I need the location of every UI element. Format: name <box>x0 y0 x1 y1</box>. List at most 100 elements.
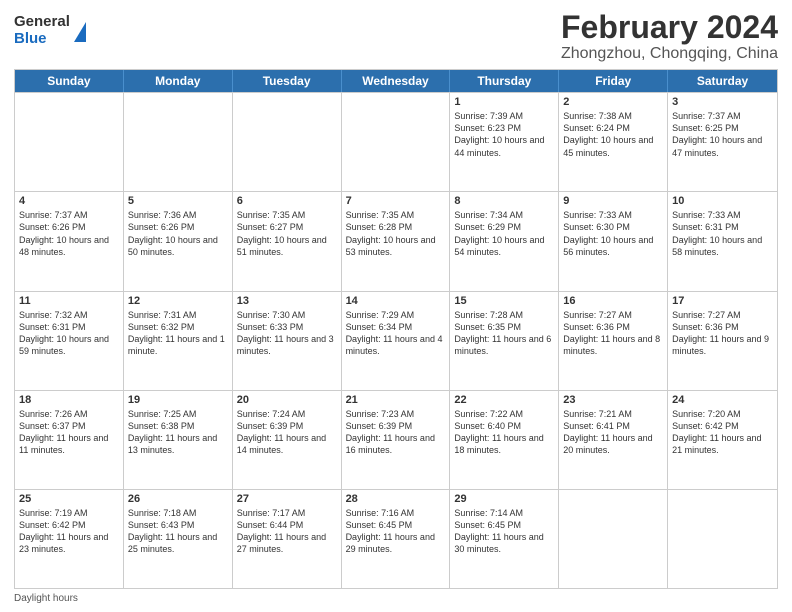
cell-info: Sunrise: 7:24 AMSunset: 6:39 PMDaylight:… <box>237 408 337 457</box>
cal-week-5: 25Sunrise: 7:19 AMSunset: 6:42 PMDayligh… <box>15 489 777 588</box>
cell-info: Sunrise: 7:14 AMSunset: 6:45 PMDaylight:… <box>454 507 554 556</box>
cal-cell: 3Sunrise: 7:37 AMSunset: 6:25 PMDaylight… <box>668 93 777 191</box>
cal-week-2: 4 Sunrise: 7:37 AMSunset: 6:26 PMDaylight… <box>15 191 777 290</box>
cell-day-number: 4 <box>19 195 119 207</box>
cal-cell: 19 Sunrise: 7:25 AMSunset: 6:38 PMDayligh… <box>124 391 233 489</box>
cell-day-number: 20 <box>237 394 337 406</box>
header: General Blue February 2024 Zhongzhou, Ch… <box>14 10 778 63</box>
cal-header-day-monday: Monday <box>124 70 233 92</box>
cell-info: Sunrise: 7:23 AMSunset: 6:39 PMDaylight:… <box>346 408 446 457</box>
cal-cell: 23 Sunrise: 7:21 AMSunset: 6:41 PMDayligh… <box>559 391 668 489</box>
cal-cell <box>342 93 451 191</box>
cal-cell: 1 Sunrise: 7:39 AMSunset: 6:23 PMDaylight… <box>450 93 559 191</box>
cal-week-4: 18Sunrise: 7:26 AMSunset: 6:37 PMDayligh… <box>15 390 777 489</box>
cell-day-number: 18 <box>19 394 119 406</box>
cell-day-number: 3 <box>672 96 773 108</box>
cell-info: Sunrise: 7:38 AMSunset: 6:24 PMDaylight:… <box>563 110 663 159</box>
logo-general: General <box>14 14 70 31</box>
cal-cell <box>15 93 124 191</box>
logo: General Blue <box>14 14 86 47</box>
cal-header-day-saturday: Saturday <box>668 70 777 92</box>
cell-info: Sunrise: 7:20 AMSunset: 6:42 PMDaylight:… <box>672 408 773 457</box>
cell-day-number: 17 <box>672 295 773 307</box>
cell-info: Sunrise: 7:16 AMSunset: 6:45 PMDaylight:… <box>346 507 446 556</box>
cell-info: Sunrise: 7:37 AMSunset: 6:26 PMDaylight:… <box>19 209 119 258</box>
cell-day-number: 7 <box>346 195 446 207</box>
cell-day-number: 1 <box>454 96 554 108</box>
cell-day-number: 21 <box>346 394 446 406</box>
cal-cell: 15 Sunrise: 7:28 AMSunset: 6:35 PMDayligh… <box>450 292 559 390</box>
cell-day-number: 5 <box>128 195 228 207</box>
cal-cell: 27 Sunrise: 7:17 AMSunset: 6:44 PMDayligh… <box>233 490 342 588</box>
cal-cell <box>233 93 342 191</box>
cal-cell: 20 Sunrise: 7:24 AMSunset: 6:39 PMDayligh… <box>233 391 342 489</box>
cell-info: Sunrise: 7:34 AMSunset: 6:29 PMDaylight:… <box>454 209 554 258</box>
cell-day-number: 6 <box>237 195 337 207</box>
cell-day-number: 15 <box>454 295 554 307</box>
calendar-body: 1 Sunrise: 7:39 AMSunset: 6:23 PMDaylight… <box>15 92 777 588</box>
cell-info: Sunrise: 7:28 AMSunset: 6:35 PMDaylight:… <box>454 309 554 358</box>
cell-info: Sunrise: 7:22 AMSunset: 6:40 PMDaylight:… <box>454 408 554 457</box>
cell-info: Sunrise: 7:31 AMSunset: 6:32 PMDaylight:… <box>128 309 228 358</box>
cal-cell: 26 Sunrise: 7:18 AMSunset: 6:43 PMDayligh… <box>124 490 233 588</box>
cell-day-number: 29 <box>454 493 554 505</box>
cell-info: Sunrise: 7:29 AMSunset: 6:34 PMDaylight:… <box>346 309 446 358</box>
cal-cell: 8 Sunrise: 7:34 AMSunset: 6:29 PMDaylight… <box>450 192 559 290</box>
title-block: February 2024 Zhongzhou, Chongqing, Chin… <box>561 10 778 63</box>
cal-cell: 6 Sunrise: 7:35 AMSunset: 6:27 PMDaylight… <box>233 192 342 290</box>
cell-info: Sunrise: 7:32 AMSunset: 6:31 PMDaylight:… <box>19 309 119 358</box>
cal-week-3: 11 Sunrise: 7:32 AMSunset: 6:31 PMDayligh… <box>15 291 777 390</box>
footer-text: Daylight hours <box>14 593 78 604</box>
cell-day-number: 24 <box>672 394 773 406</box>
cal-cell: 12 Sunrise: 7:31 AMSunset: 6:32 PMDayligh… <box>124 292 233 390</box>
cell-day-number: 28 <box>346 493 446 505</box>
cell-day-number: 26 <box>128 493 228 505</box>
cell-info: Sunrise: 7:25 AMSunset: 6:38 PMDaylight:… <box>128 408 228 457</box>
cal-cell: 28 Sunrise: 7:16 AMSunset: 6:45 PMDayligh… <box>342 490 451 588</box>
cell-info: Sunrise: 7:19 AMSunset: 6:42 PMDaylight:… <box>19 507 119 556</box>
cal-cell <box>668 490 777 588</box>
cal-cell: 22 Sunrise: 7:22 AMSunset: 6:40 PMDayligh… <box>450 391 559 489</box>
footer: Daylight hours <box>14 593 778 604</box>
cell-day-number: 19 <box>128 394 228 406</box>
cell-day-number: 8 <box>454 195 554 207</box>
logo-text: General Blue <box>14 14 70 47</box>
cell-day-number: 16 <box>563 295 663 307</box>
logo-blue: Blue <box>14 31 70 48</box>
cal-cell: 7Sunrise: 7:35 AMSunset: 6:28 PMDaylight… <box>342 192 451 290</box>
calendar-title: February 2024 <box>561 10 778 45</box>
cal-cell: 2 Sunrise: 7:38 AMSunset: 6:24 PMDaylight… <box>559 93 668 191</box>
cell-info: Sunrise: 7:35 AMSunset: 6:27 PMDaylight:… <box>237 209 337 258</box>
cell-day-number: 27 <box>237 493 337 505</box>
cal-cell: 29 Sunrise: 7:14 AMSunset: 6:45 PMDayligh… <box>450 490 559 588</box>
page: General Blue February 2024 Zhongzhou, Ch… <box>0 0 792 612</box>
cal-week-1: 1 Sunrise: 7:39 AMSunset: 6:23 PMDaylight… <box>15 92 777 191</box>
cell-info: Sunrise: 7:30 AMSunset: 6:33 PMDaylight:… <box>237 309 337 358</box>
calendar: SundayMondayTuesdayWednesdayThursdayFrid… <box>14 69 778 589</box>
cal-cell: 4 Sunrise: 7:37 AMSunset: 6:26 PMDaylight… <box>15 192 124 290</box>
cell-info: Sunrise: 7:17 AMSunset: 6:44 PMDaylight:… <box>237 507 337 556</box>
cell-info: Sunrise: 7:18 AMSunset: 6:43 PMDaylight:… <box>128 507 228 556</box>
cell-day-number: 2 <box>563 96 663 108</box>
cal-cell: 18Sunrise: 7:26 AMSunset: 6:37 PMDayligh… <box>15 391 124 489</box>
cal-header-day-wednesday: Wednesday <box>342 70 451 92</box>
cell-info: Sunrise: 7:27 AMSunset: 6:36 PMDaylight:… <box>672 309 773 358</box>
cal-cell: 14 Sunrise: 7:29 AMSunset: 6:34 PMDayligh… <box>342 292 451 390</box>
cal-cell: 10 Sunrise: 7:33 AMSunset: 6:31 PMDayligh… <box>668 192 777 290</box>
cell-info: Sunrise: 7:33 AMSunset: 6:30 PMDaylight:… <box>563 209 663 258</box>
cal-cell: 17 Sunrise: 7:27 AMSunset: 6:36 PMDayligh… <box>668 292 777 390</box>
cal-cell: 21 Sunrise: 7:23 AMSunset: 6:39 PMDayligh… <box>342 391 451 489</box>
cell-day-number: 22 <box>454 394 554 406</box>
cell-day-number: 10 <box>672 195 773 207</box>
cell-day-number: 11 <box>19 295 119 307</box>
cal-cell: 9Sunrise: 7:33 AMSunset: 6:30 PMDaylight… <box>559 192 668 290</box>
cal-cell <box>124 93 233 191</box>
cell-info: Sunrise: 7:36 AMSunset: 6:26 PMDaylight:… <box>128 209 228 258</box>
cell-info: Sunrise: 7:39 AMSunset: 6:23 PMDaylight:… <box>454 110 554 159</box>
cell-info: Sunrise: 7:33 AMSunset: 6:31 PMDaylight:… <box>672 209 773 258</box>
cal-cell: 11 Sunrise: 7:32 AMSunset: 6:31 PMDayligh… <box>15 292 124 390</box>
cell-day-number: 12 <box>128 295 228 307</box>
cell-day-number: 23 <box>563 394 663 406</box>
cell-day-number: 14 <box>346 295 446 307</box>
cell-info: Sunrise: 7:21 AMSunset: 6:41 PMDaylight:… <box>563 408 663 457</box>
